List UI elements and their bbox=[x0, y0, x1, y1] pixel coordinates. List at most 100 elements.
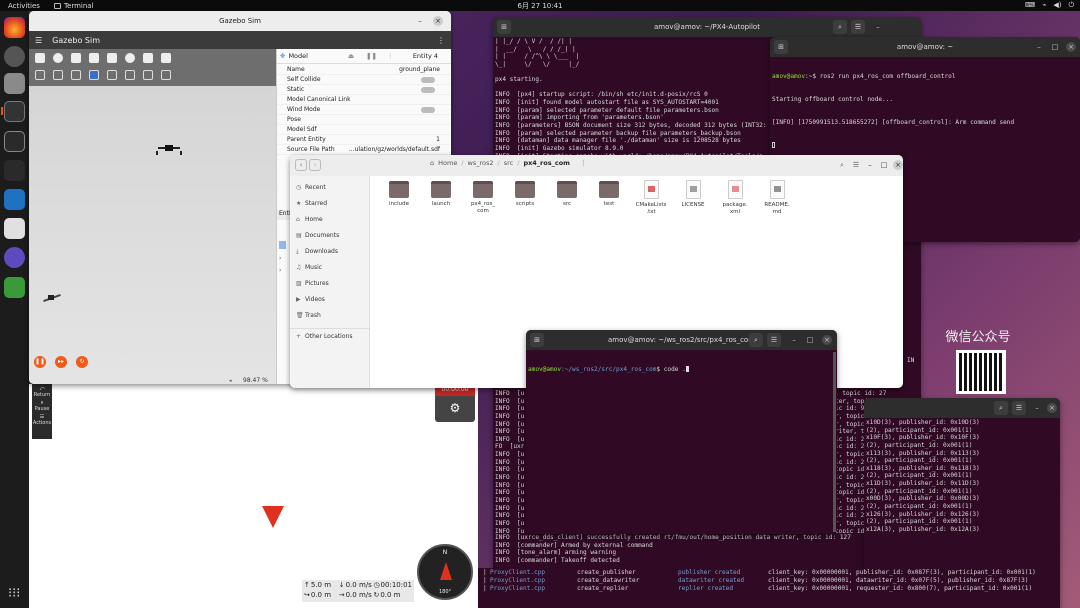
menu-icon[interactable]: ☰ bbox=[1012, 401, 1026, 415]
terminal-titlebar[interactable]: ⊞ amov@amov: ~ – □ × bbox=[770, 37, 1080, 57]
tree-expand-icon[interactable]: › bbox=[279, 267, 281, 274]
close-button[interactable]: × bbox=[1066, 42, 1076, 52]
ellipsoid-shape-icon[interactable] bbox=[107, 53, 117, 63]
paste-icon[interactable] bbox=[161, 70, 171, 80]
new-tab-icon[interactable]: ⊞ bbox=[530, 333, 544, 347]
search-icon[interactable]: ⌕ bbox=[749, 333, 763, 347]
maximize-button[interactable]: □ bbox=[805, 335, 815, 345]
translate-tool-icon[interactable] bbox=[53, 70, 63, 80]
activities-button[interactable]: Activities bbox=[8, 2, 40, 10]
step-icon[interactable]: ▸▸ bbox=[55, 356, 67, 368]
copy-icon[interactable] bbox=[143, 70, 153, 80]
rotate-tool-icon[interactable] bbox=[71, 70, 81, 80]
file-item[interactable]: README. md bbox=[756, 179, 798, 216]
file-item[interactable]: scripts bbox=[504, 179, 546, 216]
point-light-icon[interactable] bbox=[125, 53, 135, 63]
kebab-menu-icon[interactable]: ⋮ bbox=[437, 36, 445, 45]
lock-icon[interactable]: ⏏ bbox=[348, 52, 354, 60]
tree-expand-icon[interactable]: › bbox=[279, 255, 281, 262]
minimize-button[interactable]: – bbox=[1032, 403, 1042, 413]
view-list-icon[interactable]: ☰ bbox=[851, 160, 861, 170]
maximize-button[interactable]: □ bbox=[1050, 42, 1060, 52]
gear-icon[interactable]: ⚙ bbox=[435, 396, 475, 420]
sidebar-item-recent[interactable]: ◷ Recent bbox=[290, 180, 369, 196]
breadcrumb-item[interactable]: Home bbox=[438, 159, 457, 167]
vscode-icon[interactable] bbox=[4, 189, 25, 210]
menu-icon[interactable]: ☰ bbox=[851, 20, 865, 34]
file-item[interactable]: launch bbox=[420, 179, 462, 216]
system-tray[interactable]: ⌨ ⌁ ◀) ⏻ bbox=[1025, 1, 1074, 10]
close-button[interactable]: × bbox=[893, 160, 903, 170]
file-item[interactable]: package. xml bbox=[714, 179, 756, 216]
sidebar-item-home[interactable]: ⌂ Home bbox=[290, 212, 369, 228]
search-icon[interactable]: ⌕ bbox=[994, 401, 1008, 415]
sidebar-item-trash[interactable]: 🗑Trash bbox=[290, 308, 369, 324]
grid-snap-icon[interactable] bbox=[107, 70, 117, 80]
terminal-titlebar[interactable]: ⊞ amov@amov: ~/PX4-Autopilot ⌕ ☰ – bbox=[493, 17, 921, 37]
search-icon[interactable]: ⌕ bbox=[837, 160, 847, 170]
new-tab-icon[interactable]: ⊞ bbox=[497, 20, 511, 34]
file-item[interactable]: src bbox=[546, 179, 588, 216]
sidebar-item-downloads[interactable]: ⤓ Downloads bbox=[290, 244, 369, 260]
toggle-switch[interactable] bbox=[421, 77, 435, 83]
minimize-button[interactable]: – bbox=[415, 16, 425, 26]
terminal-output[interactable]: x10D(3), publisher_id: 0x10D(3) (2), part… bbox=[864, 418, 1060, 588]
breadcrumb-item[interactable]: src bbox=[504, 159, 514, 167]
screenshot-icon[interactable] bbox=[125, 70, 135, 80]
hamburger-menu-icon[interactable]: ☰ bbox=[35, 36, 42, 45]
terminal-table-output[interactable]: ProxyClient.cpp create_publisher publisher… bbox=[478, 568, 1060, 608]
qgroundcontrol-icon[interactable] bbox=[4, 131, 25, 152]
breadcrumb-item[interactable]: px4_ros_com bbox=[523, 159, 570, 167]
sidebar-item-other-locations[interactable]: + Other Locations bbox=[290, 328, 369, 344]
tree-selected-row[interactable] bbox=[279, 241, 286, 249]
file-item[interactable]: LICENSE bbox=[672, 179, 714, 216]
forward-arrow-icon[interactable]: › bbox=[309, 159, 321, 171]
capsule-shape-icon[interactable] bbox=[89, 53, 99, 63]
file-item[interactable]: px4_ros_ com bbox=[462, 179, 504, 216]
sidebar-item-music[interactable]: ♫ Music bbox=[290, 260, 369, 276]
qgc-map-view[interactable]: ⤺ Return ⏸ Pause ☰ Actions 00:00:00 ⚙ N 180… bbox=[29, 384, 478, 608]
app-icon-orange[interactable] bbox=[4, 218, 25, 239]
cylinder-shape-icon[interactable] bbox=[71, 53, 81, 63]
directional-light-icon[interactable] bbox=[143, 53, 153, 63]
terminal-output[interactable]: amov@amov:~/ws_ros2/src/px4_ros_com$ cod… bbox=[526, 350, 837, 534]
sidebar-item-documents[interactable]: ▤ Documents bbox=[290, 228, 369, 244]
file-item[interactable]: include bbox=[378, 179, 420, 216]
settings-gear-icon[interactable] bbox=[4, 46, 25, 67]
app-menu[interactable]: Terminal bbox=[53, 2, 94, 10]
terminal-bottom-output[interactable]: INFO [uxrce_dds_client] successfully cre… bbox=[493, 533, 921, 570]
app-icon-purple[interactable] bbox=[4, 247, 25, 268]
menu-icon[interactable]: ☰ bbox=[767, 333, 781, 347]
back-arrow-icon[interactable]: ‹ bbox=[295, 159, 307, 171]
sidebar-item-videos[interactable]: ▶ Videos bbox=[290, 292, 369, 308]
sidebar-item-starred[interactable]: ★ Starred bbox=[290, 196, 369, 212]
show-apps-icon[interactable]: ⁝⁝⁝ bbox=[8, 586, 20, 601]
scale-tool-icon[interactable] bbox=[89, 70, 99, 80]
play-pause-icon[interactable]: ❚❚ bbox=[34, 356, 46, 368]
minimize-button[interactable]: – bbox=[865, 160, 875, 170]
breadcrumb-item[interactable]: ws_ros2 bbox=[468, 159, 494, 167]
minimize-button[interactable]: – bbox=[873, 22, 883, 32]
terminal-dock-icon[interactable] bbox=[4, 101, 25, 122]
box-shape-icon[interactable] bbox=[35, 53, 45, 63]
inspector-menu-icon[interactable]: ⋮ bbox=[387, 52, 394, 60]
actions-button[interactable]: ☰ Actions bbox=[32, 414, 52, 426]
close-button[interactable]: × bbox=[822, 335, 832, 345]
new-tab-icon[interactable]: ⊞ bbox=[774, 40, 788, 54]
firefox-icon[interactable] bbox=[4, 17, 25, 38]
toggle-switch[interactable] bbox=[421, 107, 435, 113]
spot-light-icon[interactable] bbox=[161, 53, 171, 63]
files-icon[interactable] bbox=[4, 73, 25, 94]
files-headerbar[interactable]: ‹ › ⌂ Home / ws_ros2/src / px4_ros_com ⋮ ⌕ ☰ –… bbox=[290, 155, 903, 176]
close-button[interactable]: × bbox=[1047, 403, 1057, 413]
drone-model-icon[interactable] bbox=[154, 142, 184, 155]
file-item[interactable]: CMakeLists .txt bbox=[630, 179, 672, 216]
vehicle-marker-icon[interactable] bbox=[262, 506, 284, 528]
file-item[interactable]: test bbox=[588, 179, 630, 216]
record-widget[interactable]: 00:00:00 ⚙ bbox=[435, 384, 475, 422]
minimize-button[interactable]: – bbox=[789, 335, 799, 345]
gazebo-scene[interactable]: ❚❚ ▸▸ ↻ ◂ 98.47 % bbox=[29, 86, 276, 384]
reset-icon[interactable]: ↻ bbox=[76, 356, 88, 368]
close-button[interactable]: × bbox=[433, 16, 443, 26]
toggle-switch[interactable] bbox=[421, 87, 435, 93]
